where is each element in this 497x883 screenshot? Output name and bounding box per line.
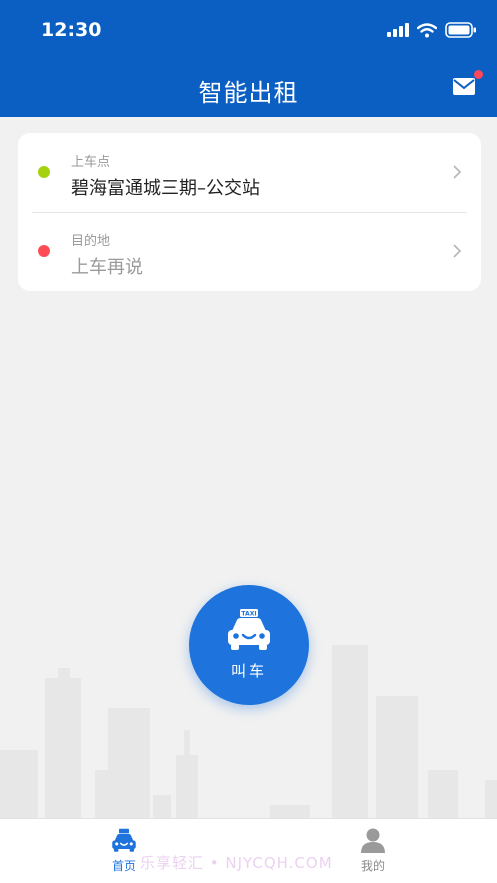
app-header: 12:30 智能出租 — [0, 0, 497, 117]
bottom-tab-bar: 首页 我的 — [0, 818, 497, 883]
destination-value: 上车再说 — [71, 257, 143, 278]
watermark: 乐享轻汇 • NJYCQH.COM — [140, 854, 333, 872]
status-time: 12:30 — [41, 19, 102, 41]
taxi-icon: TAXI — [228, 609, 270, 650]
wifi-icon — [417, 22, 437, 37]
chevron-right-icon — [453, 244, 462, 258]
pickup-value: 碧海富通城三期–公交站 — [71, 178, 260, 199]
user-icon — [361, 828, 385, 853]
pickup-row[interactable]: 上车点 碧海富通城三期–公交站 — [18, 133, 481, 212]
tab-mine-label: 我的 — [360, 859, 385, 873]
destination-label: 目的地 — [71, 234, 111, 249]
taxi-sign-text: TAXI — [241, 611, 256, 618]
notification-badge — [474, 70, 483, 79]
pickup-label: 上车点 — [71, 155, 111, 170]
destination-row[interactable]: 目的地 上车再说 — [18, 212, 481, 291]
taxi-icon — [112, 828, 136, 852]
call-taxi-button[interactable]: TAXI 叫车 — [189, 585, 309, 705]
tab-mine[interactable]: 我的 — [343, 827, 403, 874]
signal-icon — [387, 23, 409, 37]
pickup-dot-icon — [38, 166, 50, 178]
destination-dot-icon — [38, 245, 50, 257]
message-button[interactable] — [451, 70, 483, 98]
trip-card: 上车点 碧海富通城三期–公交站 目的地 上车再说 — [18, 133, 481, 291]
call-taxi-label: 叫车 — [230, 662, 267, 680]
chevron-right-icon — [453, 165, 462, 179]
page-title: 智能出租 — [198, 79, 299, 107]
status-icons — [387, 22, 477, 38]
battery-icon — [445, 22, 476, 38]
